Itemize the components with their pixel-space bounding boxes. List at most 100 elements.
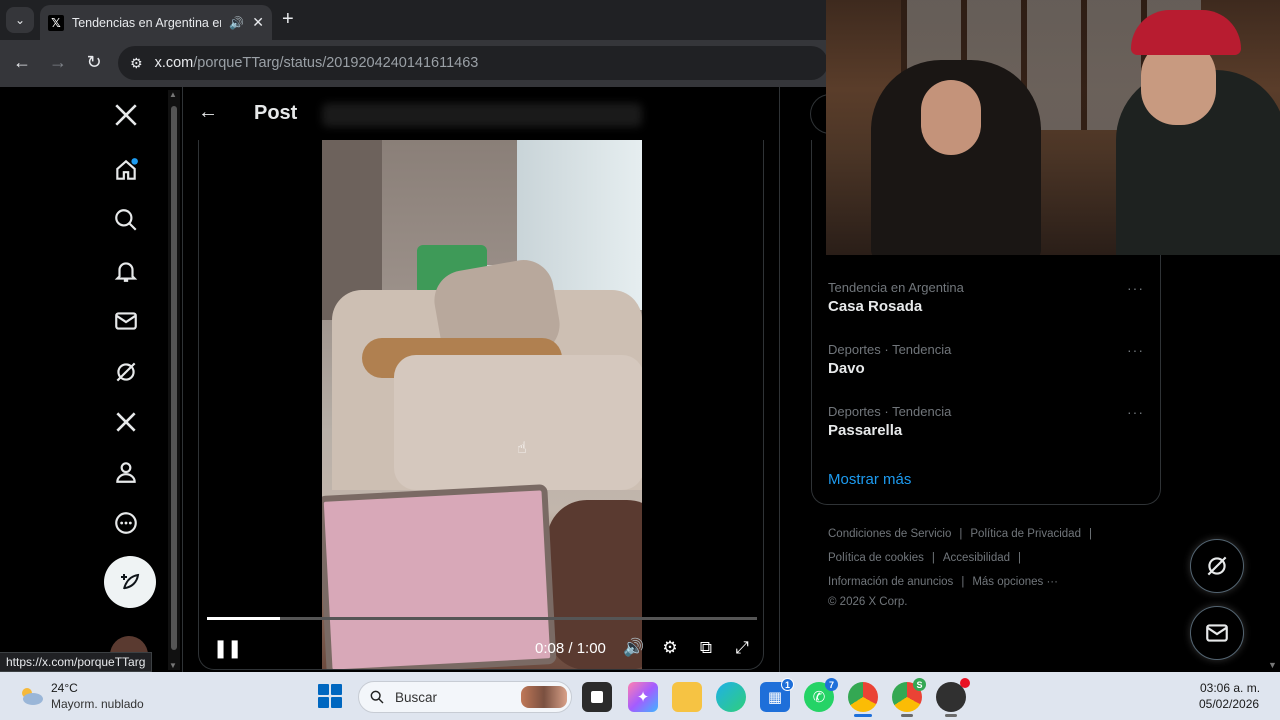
messages-envelope-icon[interactable] [108, 303, 144, 339]
footer-row-2: Política de cookies | Accesibilidad | [828, 552, 1029, 564]
home-icon[interactable] [108, 152, 144, 188]
task-view-icon[interactable] [582, 682, 612, 712]
speaker-icon[interactable]: 🔊 [229, 16, 244, 30]
trend-name: Davo [828, 360, 865, 377]
active-indicator [854, 714, 872, 717]
whatsapp-badge: 7 [825, 678, 838, 691]
trend-more-icon[interactable]: ··· [1127, 404, 1144, 420]
more-options-link[interactable]: Más opciones ··· [972, 576, 1058, 588]
trend-meta: Tendencia en Argentina [828, 280, 964, 295]
privacy-link[interactable]: Política de Privacidad [970, 528, 1081, 540]
weather-temperature[interactable]: 24°C [51, 681, 78, 695]
x-logo-icon[interactable] [108, 97, 144, 133]
post-header: ← Post [182, 87, 780, 140]
chrome-profile-icon[interactable]: S [892, 678, 926, 717]
trend-more-icon[interactable]: ··· [1127, 280, 1144, 296]
scroll-down-icon[interactable]: ▼ [169, 661, 177, 670]
messages-floating-button[interactable] [1190, 606, 1244, 660]
ads-info-link[interactable]: Información de anuncios [828, 576, 953, 588]
whatsapp-icon[interactable]: ✆ 7 [804, 678, 838, 712]
url-host: x.com [154, 55, 194, 71]
edge-icon[interactable] [716, 682, 746, 712]
more-options-icon[interactable] [108, 505, 144, 541]
x-premium-icon[interactable] [108, 404, 144, 440]
feather-plus-icon [121, 573, 140, 590]
terms-link[interactable]: Condiciones de Servicio [828, 528, 951, 540]
taskbar-search[interactable]: Buscar [358, 681, 572, 713]
trend-meta: Deportes · Tendencia [828, 404, 952, 419]
show-more-link[interactable]: Mostrar más [828, 471, 911, 488]
chrome-icon[interactable] [848, 682, 878, 717]
trend-item[interactable]: Deportes · Tendencia Davo ··· [828, 342, 1148, 377]
page-title: Post [254, 102, 298, 124]
footer-separator: | [961, 576, 965, 588]
cookies-link[interactable]: Política de cookies [828, 552, 924, 564]
file-explorer-icon[interactable] [672, 682, 702, 712]
reload-icon[interactable]: ↻ [82, 52, 106, 73]
profile-icon[interactable] [108, 454, 144, 490]
frame-sofa-arm [394, 355, 642, 490]
close-icon[interactable]: ✕ [252, 14, 264, 31]
footer-separator: | [1018, 552, 1022, 564]
compose-post-button[interactable] [104, 556, 156, 608]
trend-name: Passarella [828, 422, 903, 439]
trend-name: Casa Rosada [828, 298, 923, 315]
video-player[interactable]: ☝ ❚❚ 0:08 / 1:00 🔊 ⚙ ⧉ ⤢ [198, 140, 764, 670]
back-arrow-icon[interactable]: ← [10, 52, 34, 73]
picture-in-picture-icon[interactable]: ⧉ [695, 638, 717, 658]
scrollbar-thumb[interactable] [171, 106, 177, 650]
explore-search-icon[interactable] [108, 202, 144, 238]
fullscreen-icon[interactable]: ⤢ [731, 638, 753, 658]
start-tile [318, 697, 329, 708]
start-tile [318, 684, 329, 695]
clock-date[interactable]: 05/02/2026 [1199, 697, 1259, 711]
browser-tab[interactable]: 𝕏 Tendencias en Argentina en 🔊 ✕ [40, 5, 272, 40]
new-tab-plus-icon[interactable]: + [282, 8, 294, 31]
video-progress-fill [207, 617, 281, 620]
grok-icon[interactable] [108, 354, 144, 390]
forward-arrow-icon[interactable]: → [46, 52, 70, 73]
scroll-up-icon[interactable]: ▲ [169, 90, 177, 99]
obs-studio-icon[interactable] [936, 678, 970, 717]
site-settings-icon[interactable]: ⚙ [130, 55, 143, 72]
volume-icon[interactable]: 🔊 [623, 638, 645, 658]
trend-item[interactable]: Tendencia en Argentina Casa Rosada ··· [828, 280, 1148, 315]
video-frame[interactable] [322, 140, 642, 669]
trend-meta: Deportes · Tendencia [828, 342, 952, 357]
settings-gear-icon[interactable]: ⚙ [659, 638, 681, 658]
tab-search-chevron-icon[interactable]: ⌄ [6, 7, 34, 33]
copilot-icon[interactable]: ✦ [628, 682, 658, 712]
url-path: /porqueTTarg/status/2019204240141611463 [193, 55, 479, 71]
link-status-bubble: https://x.com/porqueTTarg [0, 652, 153, 672]
running-indicator [945, 714, 957, 717]
url-text: x.com/porqueTTarg/status/201920424014161… [155, 55, 479, 71]
weather-cloud-icon[interactable] [18, 684, 44, 708]
weather-description[interactable]: Mayorm. nublado [51, 697, 144, 711]
grok-floating-button[interactable] [1190, 539, 1244, 593]
start-tile [331, 697, 342, 708]
pause-icon[interactable]: ❚❚ [213, 638, 242, 659]
notifications-bell-icon[interactable] [108, 253, 144, 289]
left-scrollbar[interactable]: ▲ ▼ [168, 90, 180, 670]
grok-icon [1207, 556, 1227, 576]
video-controls: ❚❚ 0:08 / 1:00 🔊 ⚙ ⧉ ⤢ [199, 632, 763, 668]
trend-item[interactable]: Deportes · Tendencia Passarella ··· [828, 404, 1148, 439]
running-indicator [901, 714, 913, 717]
webcam-overlay [826, 0, 1280, 255]
search-highlight-art [521, 686, 567, 708]
windows-start-icon[interactable] [318, 684, 342, 708]
webcam-face-left [921, 80, 981, 155]
scroll-down-icon[interactable]: ▼ [1268, 660, 1277, 670]
trend-more-icon[interactable]: ··· [1127, 342, 1144, 358]
blurred-header-region [322, 103, 642, 127]
envelope-icon [1206, 624, 1228, 642]
footer-row-3: Información de anuncios | Más opciones ··· [828, 576, 1058, 588]
address-bar[interactable]: ⚙ x.com/porqueTTarg/status/2019204240141… [118, 46, 828, 80]
video-progress-bar[interactable] [207, 617, 757, 620]
back-arrow-icon[interactable]: ← [198, 101, 218, 124]
microsoft-store-icon[interactable]: ▦ 1 [760, 678, 794, 712]
task-view-glyph [591, 691, 603, 703]
accessibility-link[interactable]: Accesibilidad [943, 552, 1010, 564]
clock-time[interactable]: 03:06 a. m. [1200, 681, 1260, 695]
video-timecode: 0:08 / 1:00 [535, 640, 606, 657]
